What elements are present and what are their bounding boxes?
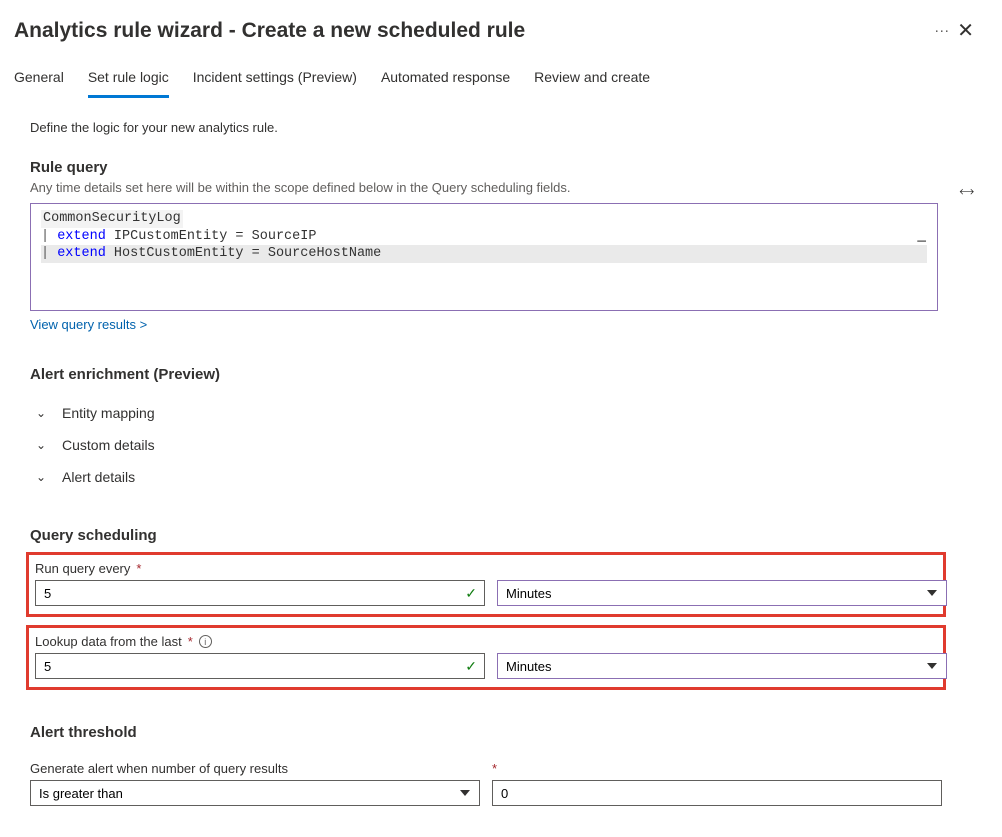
run-query-every-label: Run query every — [35, 561, 130, 576]
highlight-run-every: Run query every * ✓ Minutes — [26, 552, 946, 617]
custom-details-section[interactable]: ⌄ Custom details — [30, 429, 972, 461]
alert-details-section[interactable]: ⌄ Alert details — [30, 461, 972, 493]
alert-threshold-title: Alert threshold — [30, 724, 972, 741]
tab-set-rule-logic[interactable]: Set rule logic — [88, 63, 169, 98]
lookup-data-label: Lookup data from the last — [35, 634, 182, 649]
chevron-down-icon: ⌄ — [36, 470, 50, 484]
query-line-3: | extend HostCustomEntity = SourceHostNa… — [41, 245, 927, 263]
alert-details-label: Alert details — [62, 469, 135, 485]
page-title: Analytics rule wizard - Create a new sch… — [14, 19, 924, 43]
entity-mapping-label: Entity mapping — [62, 405, 155, 421]
run-query-every-input[interactable] — [35, 580, 485, 606]
highlight-lookup: Lookup data from the last * i ✓ Minutes — [26, 625, 946, 690]
tab-general[interactable]: General — [14, 63, 64, 98]
entity-mapping-section[interactable]: ⌄ Entity mapping — [30, 397, 972, 429]
info-icon[interactable]: i — [199, 635, 212, 648]
rule-query-hint: Any time details set here will be within… — [30, 180, 953, 195]
lookup-data-unit-select[interactable]: Minutes — [497, 653, 947, 679]
alert-threshold-label: Generate alert when number of query resu… — [30, 761, 288, 776]
rule-query-title: Rule query — [30, 159, 972, 176]
alert-enrichment-title: Alert enrichment (Preview) — [30, 366, 972, 383]
chevron-down-icon: ⌄ — [36, 406, 50, 420]
query-editor[interactable]: CommonSecurityLog | extend IPCustomEntit… — [30, 203, 938, 311]
tab-automated-response[interactable]: Automated response — [381, 63, 510, 98]
run-query-every-unit-select[interactable]: Minutes — [497, 580, 947, 606]
query-line-1: CommonSecurityLog — [41, 210, 183, 228]
alert-threshold-value-input[interactable] — [492, 780, 942, 806]
chevron-down-icon: ⌄ — [36, 438, 50, 452]
tab-review-create[interactable]: Review and create — [534, 63, 650, 98]
required-asterisk: * — [188, 634, 193, 649]
custom-details-label: Custom details — [62, 437, 155, 453]
collapse-icon[interactable]: − — [916, 232, 927, 255]
tab-incident-settings[interactable]: Incident settings (Preview) — [193, 63, 357, 98]
lookup-data-input[interactable] — [35, 653, 485, 679]
view-query-results-link[interactable]: View query results > — [30, 317, 147, 332]
query-line-2: | extend IPCustomEntity = SourceIP — [41, 229, 316, 244]
page-description: Define the logic for your new analytics … — [30, 120, 972, 135]
more-menu[interactable]: ··· — [934, 22, 949, 39]
query-scheduling-title: Query scheduling — [30, 527, 972, 544]
expand-icon[interactable]: ⤢ — [956, 182, 976, 202]
alert-threshold-operator-select[interactable]: Is greater than — [30, 780, 480, 806]
required-asterisk: * — [492, 761, 497, 776]
tab-bar: General Set rule logic Incident settings… — [0, 55, 1002, 98]
close-icon[interactable]: ✕ — [949, 14, 982, 47]
required-asterisk: * — [136, 561, 141, 576]
